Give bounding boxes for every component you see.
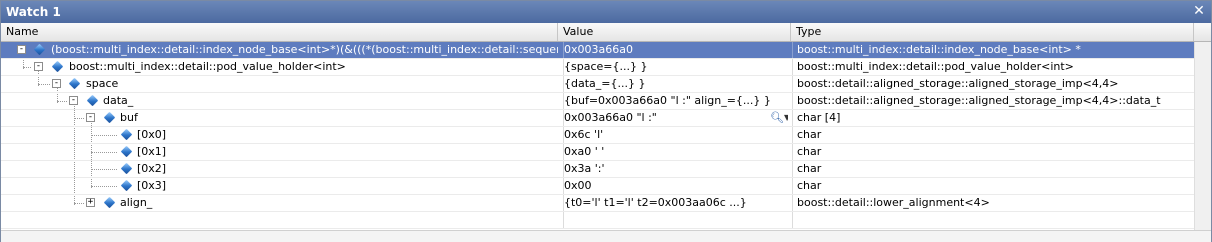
member-gem-icon [120,179,133,192]
row-name: buf [120,111,138,124]
table-row[interactable]: [0x0] 0x6c 'l' char [1,127,1194,144]
member-gem-icon [86,94,99,107]
window-titlebar: Watch 1 ✕ [1,1,1211,23]
row-type: char [792,127,1194,143]
collapse-icon[interactable]: - [86,113,95,122]
row-type: boost::multi_index::detail::pod_value_ho… [792,59,1194,75]
row-value[interactable]: 0x3a ':' [563,161,788,177]
table-row[interactable]: + align_ {t0='l' t1='l' t2=0x003aa06c ..… [1,195,1194,212]
row-name: [0x1] [137,145,167,158]
column-header-bar: Name Value Type [1,23,1211,42]
watch-grid: - (boost::multi_index::detail::index_nod… [1,42,1194,230]
member-gem-icon [103,111,116,124]
row-name: [0x0] [137,128,167,141]
row-type: boost::detail::aligned_storage::aligned_… [792,93,1194,109]
row-name: align_ [120,196,153,209]
row-type: boost::detail::lower_alignment<4> [792,195,1194,211]
row-value[interactable]: 0x6c 'l' [563,127,788,143]
collapse-icon[interactable]: - [52,79,61,88]
table-row[interactable]: - boost::multi_index::detail::pod_value_… [1,59,1194,76]
collapse-icon[interactable]: - [17,45,26,54]
member-gem-icon [120,145,133,158]
member-gem-icon [33,43,46,56]
close-icon[interactable]: ✕ [1191,3,1207,19]
row-value[interactable]: 0xa0 ' ' [563,144,788,160]
row-name: data_ [103,94,134,107]
row-type: char [4] [792,110,1194,126]
member-gem-icon [120,128,133,141]
horizontal-scrollbar[interactable] [1,230,1211,242]
member-gem-icon [103,196,116,209]
row-type: char [792,178,1194,194]
table-row[interactable]: - space {data_={...} } boost::detail::al… [1,76,1194,93]
row-type: boost::multi_index::detail::index_node_b… [792,42,1194,58]
row-value[interactable]: 0x003a66a0 [563,42,788,58]
window-title: Watch 1 [6,5,61,19]
collapse-icon[interactable]: - [69,96,78,105]
vertical-scrollbar[interactable] [1194,42,1211,230]
row-value[interactable]: {buf=0x003a66a0 "l :" align_={...} } [563,93,788,109]
row-type: boost::detail::aligned_storage::aligned_… [792,76,1194,92]
member-gem-icon [68,77,81,90]
column-header-value[interactable]: Value [558,23,791,41]
row-name: [0x3] [137,179,167,192]
row-type: char [792,161,1194,177]
row-name: space [86,77,119,90]
row-name: boost::multi_index::detail::pod_value_ho… [69,60,346,73]
collapse-icon[interactable]: - [34,62,43,71]
expand-icon[interactable]: + [86,198,95,207]
row-name: [0x2] [137,162,167,175]
row-value[interactable]: {t0='l' t1='l' t2=0x003aa06c ...} [563,195,788,211]
table-row[interactable]: - buf 0x003a66a0 "l :" 🔍︎ ▼ char [4] [1,110,1194,127]
row-type: char [792,144,1194,160]
member-gem-icon [120,162,133,175]
row-value[interactable]: {space={...} } [563,59,788,75]
row-value[interactable]: {data_={...} } [563,76,788,92]
row-value[interactable]: 0x003a66a0 "l :" 🔍︎ ▼ [563,110,788,126]
table-row[interactable]: [0x1] 0xa0 ' ' char [1,144,1194,161]
chevron-down-icon[interactable]: ▼ [784,110,788,126]
empty-watch-row[interactable] [1,212,1194,229]
table-row[interactable]: - (boost::multi_index::detail::index_nod… [1,42,1194,59]
table-row[interactable]: [0x2] 0x3a ':' char [1,161,1194,178]
table-row[interactable]: - data_ {buf=0x003a66a0 "l :" align_={..… [1,93,1194,110]
column-header-type[interactable]: Type [791,23,1194,41]
row-value[interactable]: 0x00 [563,178,788,194]
member-gem-icon [51,60,64,73]
column-header-name[interactable]: Name [1,23,558,41]
watch-window: Watch 1 ✕ Name Value Type - (boost::mult… [0,0,1212,242]
row-name: (boost::multi_index::detail::index_node_… [51,43,558,56]
magnifier-icon[interactable]: 🔍︎ [770,110,784,126]
table-row[interactable]: [0x3] 0x00 char [1,178,1194,195]
